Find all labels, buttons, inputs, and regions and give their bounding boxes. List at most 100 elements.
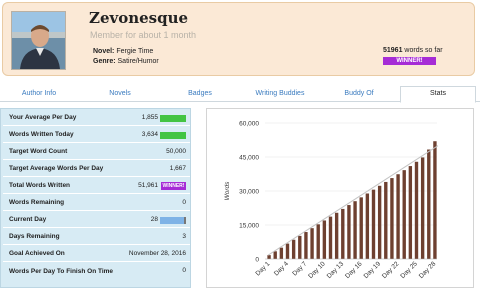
stat-value: 50,000 <box>166 148 186 155</box>
stat-row-today: Words Written Today 3,634 <box>3 128 190 143</box>
stat-row-target: Target Word Count 50,000 <box>3 145 190 160</box>
stat-label: Words Remaining <box>9 199 65 206</box>
chart-bar <box>371 189 376 259</box>
stat-value: November 28, 2016 <box>128 250 186 257</box>
chart-bar <box>390 178 394 259</box>
current-day-progress-fill <box>160 217 184 224</box>
chart-bar <box>328 216 333 259</box>
chart-bar <box>298 235 302 259</box>
winner-mini-badge: WINNER! <box>161 182 186 190</box>
x-tick-label: Day 13 <box>326 260 346 280</box>
chart-bar <box>273 251 277 259</box>
x-tick-label: Day 4 <box>273 260 290 277</box>
tab-badges[interactable]: Badges <box>172 87 228 101</box>
chart-bar <box>334 212 339 259</box>
chart-bar <box>353 201 357 259</box>
stat-label: Current Day <box>9 216 47 223</box>
stat-label: Your Average Per Day <box>9 114 77 121</box>
stat-label: Target Word Count <box>9 148 68 155</box>
stat-value: 28 <box>150 216 158 223</box>
chart-bar <box>365 193 370 259</box>
chart-bar <box>359 197 363 259</box>
stat-row-remaining: Words Remaining 0 <box>3 196 190 211</box>
stat-label: Target Average Words Per Day <box>9 165 104 172</box>
chart-bar <box>396 174 400 259</box>
stat-row-current-day: Current Day 28 <box>3 213 190 228</box>
stat-label: Total Words Written <box>9 182 71 189</box>
stat-value: 1,855 <box>141 114 158 121</box>
stat-row-days-remaining: Days Remaining 3 <box>3 230 190 245</box>
current-day-progress-bar <box>160 217 186 224</box>
word-count-summary: 51961 words so far <box>383 47 443 54</box>
word-count-suffix: words so far <box>404 47 443 54</box>
y-tick-label: 60,000 <box>239 121 259 128</box>
profile-card: Zevonesque Member for about 1 month Nove… <box>2 2 475 76</box>
chart-bar <box>291 239 296 259</box>
y-tick-label: 0 <box>255 257 259 264</box>
average-progress-bar <box>160 115 186 122</box>
stat-value: 51,961 <box>138 182 158 189</box>
stats-table: Your Average Per Day 1,855 Words Written… <box>0 108 191 288</box>
stat-row-goal-achieved: Goal Achieved On November 28, 2016 <box>3 247 190 262</box>
stat-value: 0 <box>182 199 186 206</box>
chart-bar <box>347 205 351 259</box>
chart-bar <box>267 255 271 259</box>
chart-bar <box>341 208 345 259</box>
chart-bar <box>420 157 425 259</box>
chart-bar <box>377 185 382 259</box>
x-tick-label: Day 28 <box>418 260 438 280</box>
stat-label: Days Remaining <box>9 233 60 240</box>
genre-value: Satire/Humor <box>117 58 159 65</box>
novel-label: Novel: <box>93 48 115 55</box>
stat-label: Words Per Day To Finish On Time <box>9 268 114 275</box>
stat-value: 3 <box>182 233 186 240</box>
x-tick-label: Day 16 <box>344 260 364 280</box>
chart-bar <box>316 224 320 259</box>
chart-bar <box>427 149 431 259</box>
chart-bar <box>279 247 284 259</box>
chart-bar <box>384 181 388 259</box>
tab-novels[interactable]: Novels <box>92 87 148 101</box>
y-tick-label: 15,000 <box>239 223 259 230</box>
stat-label: Goal Achieved On <box>9 250 65 257</box>
average-progress-fill <box>160 115 186 122</box>
target-line <box>267 145 439 256</box>
chart-bar <box>322 220 327 259</box>
novel-info: Novel: Fergie Time Genre: Satire/Humor <box>93 47 159 67</box>
y-tick-label: 30,000 <box>239 189 259 196</box>
chart-bar <box>402 170 406 259</box>
x-tick-label: Day 22 <box>381 260 401 280</box>
chart-bar <box>414 161 419 259</box>
novel-title[interactable]: Fergie Time <box>116 48 153 55</box>
stat-row-average: Your Average Per Day 1,855 <box>3 111 190 126</box>
x-tick-label: Day 25 <box>399 260 419 280</box>
member-since: Member for about 1 month <box>90 30 197 40</box>
today-progress-fill <box>160 132 186 139</box>
stat-row-target-average: Target Average Words Per Day 1,667 <box>3 162 190 177</box>
stat-value: 1,667 <box>169 165 186 172</box>
stat-value: 3,634 <box>141 131 158 138</box>
stat-value: 0 <box>182 267 186 274</box>
stat-row-total: Total Words Written 51,961 WINNER! <box>3 179 190 194</box>
tab-writing-buddies[interactable]: Writing Buddies <box>244 87 316 101</box>
tab-author-info[interactable]: Author Info <box>8 87 70 101</box>
today-progress-bar <box>160 132 186 139</box>
tab-buddy-of[interactable]: Buddy Of <box>328 87 390 101</box>
x-tick-label: Day 10 <box>307 260 327 280</box>
stat-label: Words Written Today <box>9 131 74 138</box>
chart-bar <box>408 166 413 259</box>
avatar[interactable] <box>11 11 66 70</box>
stat-row-per-day-to-finish: Words Per Day To Finish On Time 0 <box>3 264 190 286</box>
words-chart: 0 15,000 30,000 45,000 60,000 Words Day 1 Day 4… <box>206 108 474 288</box>
x-tick-label: Day 7 <box>291 260 308 277</box>
words-chart-svg: 015,00030,00045,00060,000WordsDay 1 Day 4… <box>224 121 439 280</box>
chart-bar <box>310 228 314 259</box>
y-tick-label: 45,000 <box>239 155 259 162</box>
profile-tabs: Author Info Novels Badges Writing Buddie… <box>0 86 480 103</box>
chart-bar <box>304 232 308 259</box>
y-axis-label: Words <box>224 181 231 201</box>
chart-bar <box>433 141 437 259</box>
winner-badge: WINNER! <box>383 57 436 65</box>
tab-stats[interactable]: Stats <box>400 86 476 103</box>
username: Zevonesque <box>89 9 189 27</box>
